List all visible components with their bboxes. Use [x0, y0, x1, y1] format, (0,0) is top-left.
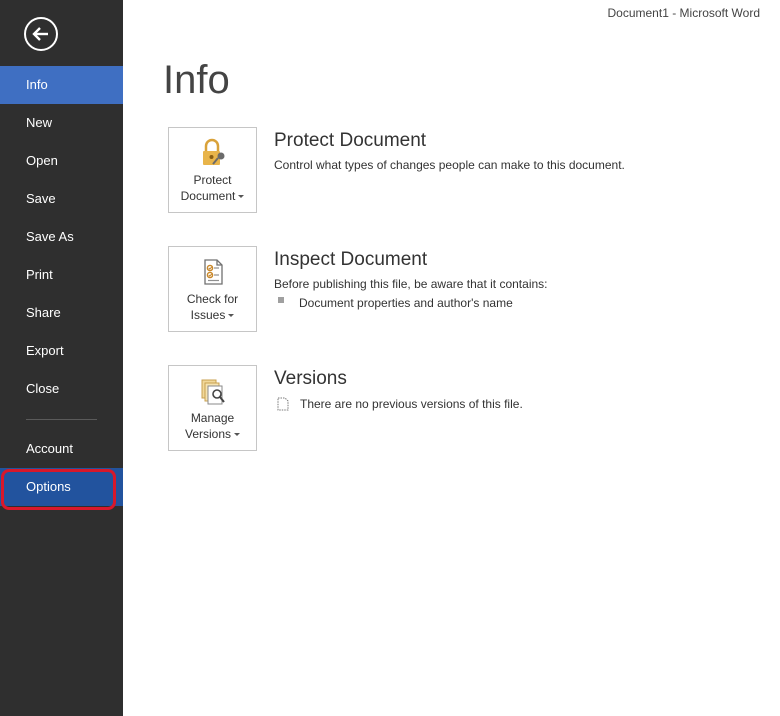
sidebar-item-close[interactable]: Close [0, 370, 123, 408]
dropdown-caret-icon [228, 314, 235, 318]
dropdown-caret-icon [234, 433, 241, 437]
window-title: Document1 - Microsoft Word [607, 6, 761, 20]
dropdown-caret-icon [238, 195, 245, 199]
backstage-view: Info New Open Save Save As Print Share E… [0, 0, 780, 716]
protect-document-label: Protect Document [169, 172, 256, 204]
checklist-icon [204, 259, 223, 285]
sidebar-item-info[interactable]: Info [0, 66, 123, 104]
back-button[interactable] [24, 17, 58, 51]
check-for-issues-button[interactable]: Check for Issues [168, 246, 257, 332]
inspect-document-bullet: Document properties and author's name [299, 296, 513, 310]
inspect-document-description: Before publishing this file, be aware th… [274, 277, 548, 291]
protect-document-heading: Protect Document [274, 130, 427, 151]
sidebar-divider [26, 419, 97, 420]
protect-document-button[interactable]: Protect Document [168, 127, 257, 213]
sidebar-item-options[interactable]: Options [0, 468, 123, 506]
backstage-sidebar: Info New Open Save Save As Print Share E… [0, 0, 123, 716]
versions-heading: Versions [274, 368, 347, 389]
sidebar-item-new[interactable]: New [0, 104, 123, 142]
sidebar-item-save[interactable]: Save [0, 180, 123, 218]
versions-description: There are no previous versions of this f… [300, 397, 523, 411]
bullet-marker [278, 297, 284, 303]
sidebar-item-open[interactable]: Open [0, 142, 123, 180]
sidebar-item-print[interactable]: Print [0, 256, 123, 294]
versions-search-icon [201, 379, 225, 405]
protect-document-description: Control what types of changes people can… [274, 158, 625, 172]
manage-versions-button[interactable]: Manage Versions [168, 365, 257, 451]
sidebar-item-account[interactable]: Account [0, 430, 123, 468]
manage-versions-label: Manage Versions [169, 410, 256, 442]
document-icon [277, 397, 289, 411]
check-for-issues-label: Check for Issues [186, 292, 239, 322]
sidebar-item-save-as[interactable]: Save As [0, 218, 123, 256]
lock-key-icon [203, 138, 225, 165]
back-arrow-icon [32, 27, 48, 41]
inspect-document-heading: Inspect Document [274, 249, 428, 270]
page-title: Info [163, 58, 230, 102]
sidebar-item-export[interactable]: Export [0, 332, 123, 370]
sidebar-item-share[interactable]: Share [0, 294, 123, 332]
